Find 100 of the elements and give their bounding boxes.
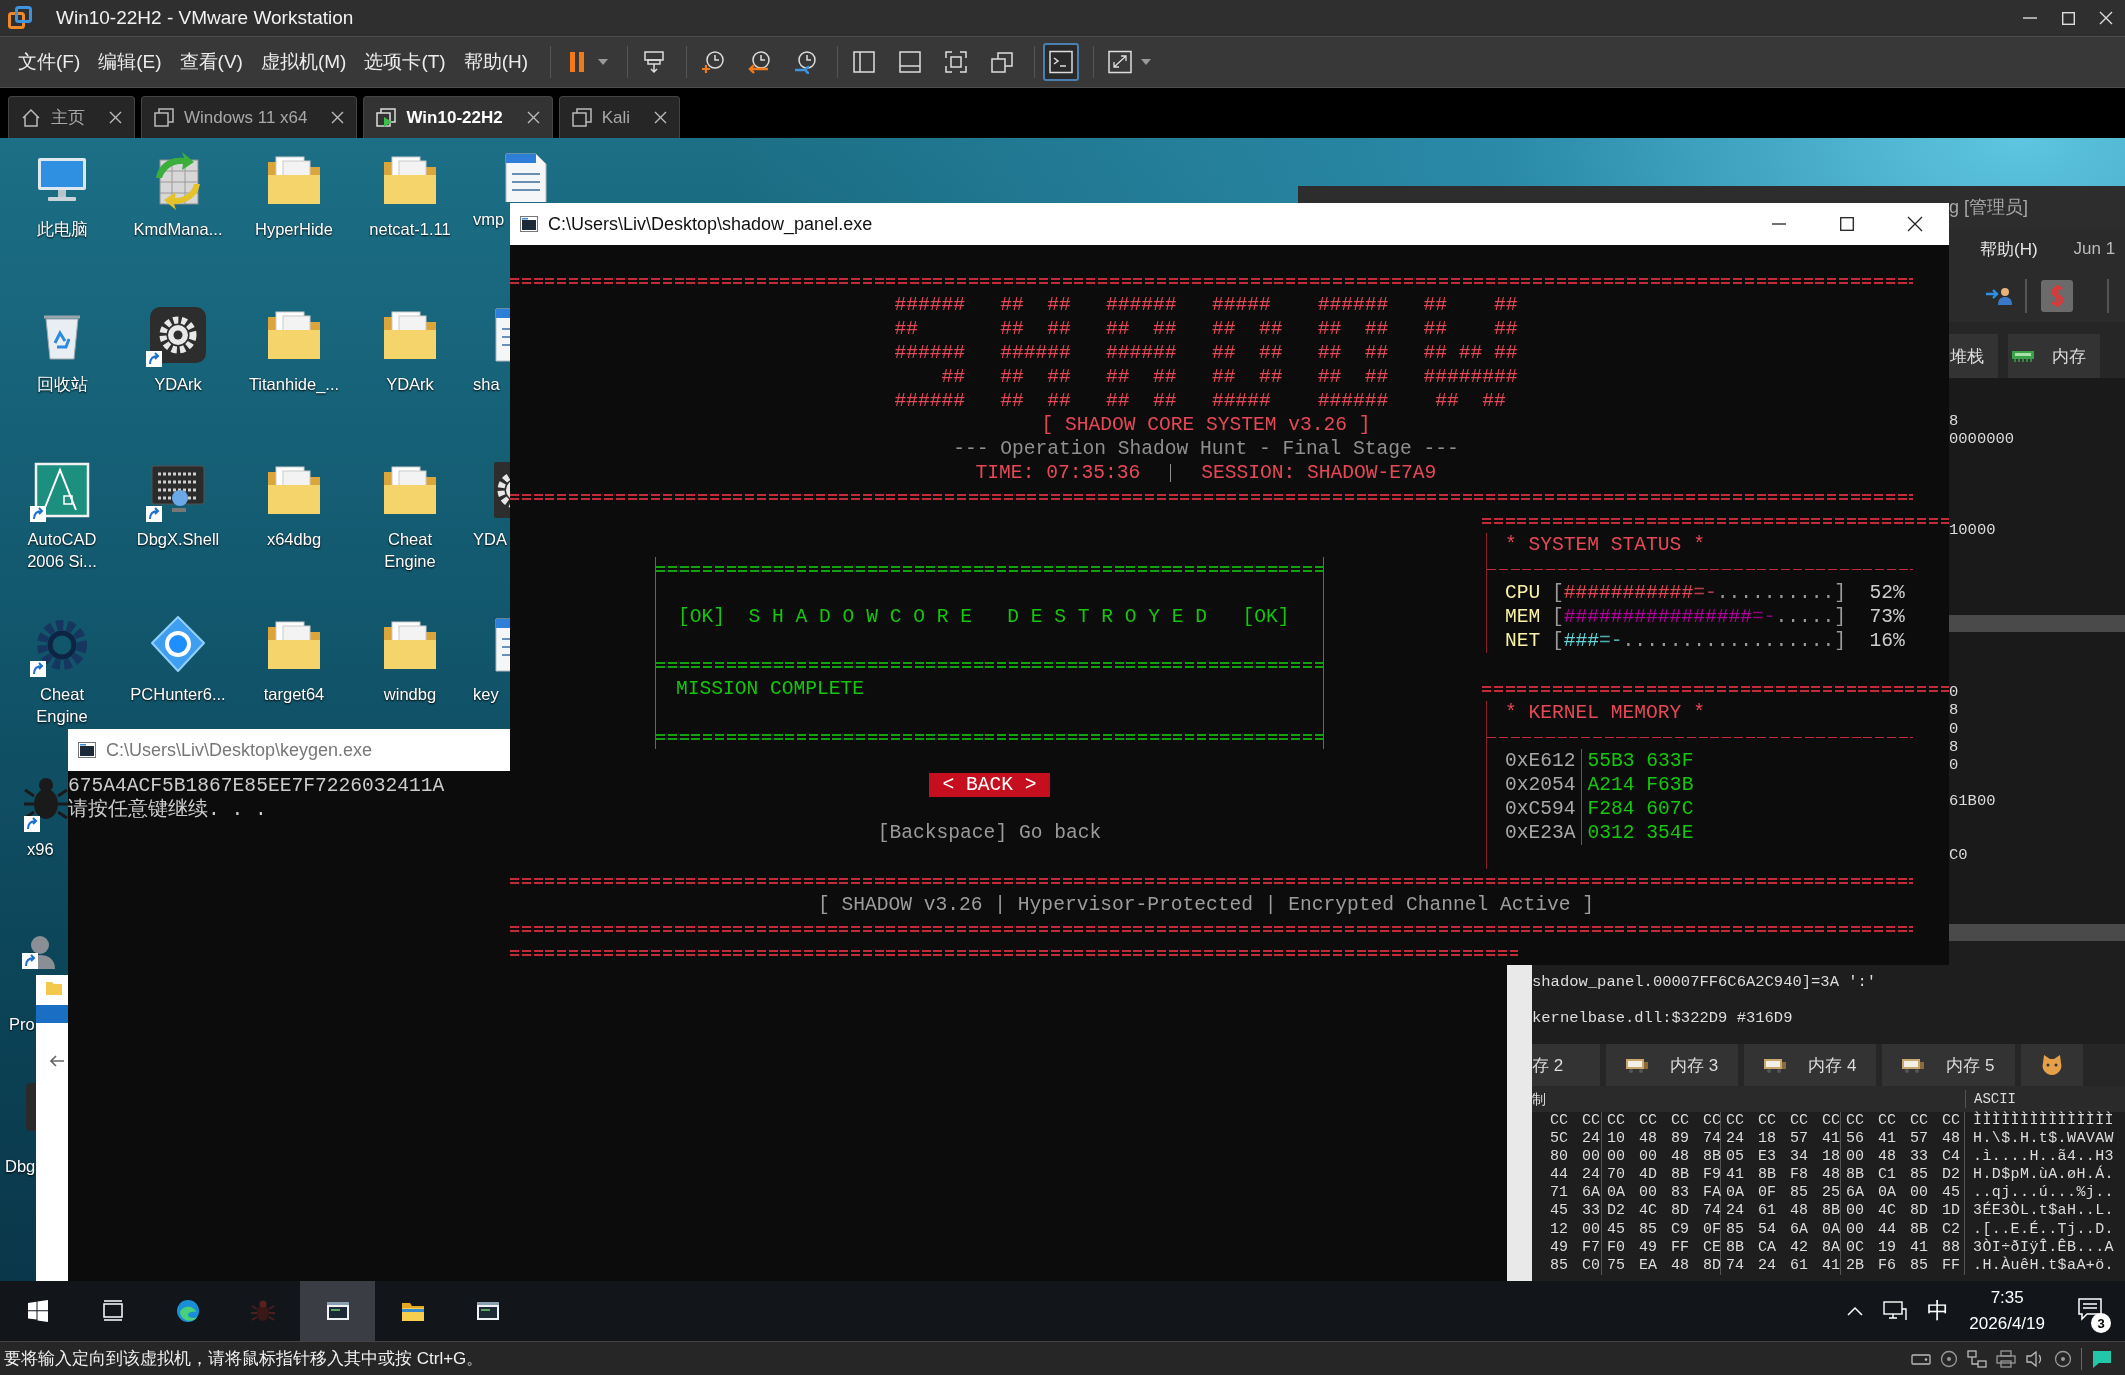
menu-item[interactable]: 查看(V) [179, 49, 243, 75]
desktop-icon-label[interactable]: Cheat Engine [13, 683, 111, 727]
notification-icon[interactable] [2077, 1297, 2103, 1321]
disc-icon[interactable] [1940, 1349, 1958, 1368]
menu-item[interactable]: 文件(F) [18, 49, 81, 75]
close-icon[interactable] [109, 111, 122, 124]
hex-bytes: 05 E3 34 18 [1721, 1148, 1841, 1167]
desktop-icon-label[interactable]: netcat-1.11 [361, 218, 459, 240]
person-icon[interactable] [22, 933, 58, 969]
tab[interactable]: 内存 5 [1882, 1044, 2015, 1086]
ascii-text: H.D$pM.ùA.øH.Á. [1972, 1166, 2115, 1185]
desktop-icon-label[interactable]: 回收站 [13, 373, 111, 395]
key-hint: [Backspace] Go back [877, 821, 1102, 845]
result-message: MISSION COMPLETE [676, 678, 865, 700]
hex-bytes: 85 C0 [1532, 1256, 1602, 1275]
desktop-icon-label[interactable]: key [473, 683, 499, 705]
console-line: 675A4ACF5B1867E85EE7F7226032411A [68, 774, 445, 798]
hex-bytes: 74 24 61 41 [1721, 1256, 1841, 1275]
desktop-icon-label[interactable]: 此电脑 [13, 218, 111, 240]
menu-item[interactable]: 帮助(H) [1980, 237, 2038, 261]
browser-icon [174, 1298, 201, 1324]
ribbon-bar [36, 1005, 68, 1023]
tab[interactable]: 存 2 [1532, 1044, 1600, 1086]
hex-bytes: 0C 19 41 88 [1841, 1238, 1965, 1257]
printer-icon[interactable] [1996, 1349, 2016, 1368]
meter-reading: 16% [1869, 629, 1905, 653]
hex-bytes: 75 EA 48 8D [1602, 1256, 1721, 1275]
desktop-icon-label[interactable]: YDArk [361, 373, 459, 395]
time-label: TIME: 07:35:36 [975, 461, 1141, 485]
meter-label: MEM [1505, 605, 1541, 629]
input-method-indicator[interactable]: 中 [1927, 1296, 1950, 1326]
desktop-icon-label[interactable]: KmdMana... [129, 218, 227, 240]
back-button[interactable]: < BACK > [929, 773, 1050, 797]
network-icon[interactable] [1967, 1349, 1987, 1368]
close-icon[interactable] [331, 111, 345, 124]
ascii-text: 3ÒI÷ðIÿÎ.ÊB...A [1972, 1238, 2115, 1256]
sidebar-layout-icon [851, 50, 878, 74]
console-button[interactable] [1043, 43, 1080, 81]
desktop-icon-label[interactable]: YDArk [129, 373, 227, 395]
tab[interactable] [2020, 1044, 2083, 1086]
tab[interactable]: 主页 [8, 96, 135, 138]
desktop-icon-label[interactable]: x64dbg [245, 528, 343, 550]
minimize-icon [1772, 223, 1786, 225]
tab[interactable]: Win10-22H2 [363, 96, 553, 138]
clock-time[interactable]: 7:35 [1990, 1285, 2024, 1311]
desktop-icon-label[interactable]: Cheat Engine [361, 528, 459, 572]
tab[interactable]: 内存 4 [1744, 1044, 1877, 1086]
desktop-icon-label[interactable]: vmp [473, 208, 505, 230]
hex-bytes: 0A 00 83 FA [1602, 1184, 1721, 1203]
desktop-icon-label[interactable]: DbgX.Shell [129, 528, 227, 550]
console-window-icon [520, 216, 538, 232]
taskbar-button[interactable] [300, 1281, 375, 1341]
tab[interactable]: 内存 3 [1606, 1044, 1739, 1086]
tab[interactable]: Kali [558, 96, 681, 138]
menu-item[interactable]: 虚拟机(M) [260, 49, 347, 75]
tab[interactable]: 内存 [2008, 334, 2100, 378]
desktop-icon-label[interactable]: sha [473, 373, 500, 395]
ascii-art-line: ## ## ## ## ## ## ## ## ## ######## [940, 365, 1518, 389]
tab[interactable]: 堆栈 [1949, 334, 1998, 378]
dropdown-caret-icon [1141, 59, 1152, 65]
desktop-icon-label[interactable]: Dbg [5, 1155, 36, 1177]
footer-text: [ SHADOW v3.26 | Hypervisor-Protected | Encrypted Channel Active ] [817, 893, 1594, 917]
overlapping-windows-icon [989, 50, 1016, 74]
back-arrow-icon[interactable] [50, 1055, 64, 1067]
memory-chip-icon [1626, 1057, 1648, 1073]
terminal-icon [1048, 50, 1075, 74]
menu-item[interactable]: 编辑(E) [98, 49, 162, 75]
desktop-icon-label[interactable]: Titanhide_... [245, 373, 343, 395]
network-icon[interactable] [1883, 1301, 1908, 1321]
hex-bytes: 00 48 33 C4 [1841, 1148, 1965, 1167]
menu-item[interactable]: 选项卡(T) [364, 49, 446, 75]
hex-bytes: 45 33 [1532, 1202, 1602, 1221]
menu-item[interactable]: 帮助(H) [463, 49, 529, 75]
ascii-text: .ì....H..ã4..H3 [1972, 1148, 2115, 1166]
app-tile-icon[interactable] [2041, 280, 2073, 312]
meter-reading: 52% [1869, 581, 1905, 605]
desktop-icon-label[interactable]: windbg [361, 683, 459, 705]
message-icon[interactable] [2091, 1348, 2113, 1369]
desktop-icon-label[interactable]: YDA [473, 528, 507, 550]
close-icon[interactable] [526, 111, 540, 124]
ascii-text: .[..E.É..Tj..D. [1972, 1220, 2115, 1238]
tab[interactable]: Windows 11 x64 [141, 96, 358, 138]
desktop-icon-label[interactable]: target64 [245, 683, 343, 705]
clock-date[interactable]: 2026/4/19 [1969, 1311, 2045, 1337]
memory-address: 0x2054 [1505, 773, 1576, 797]
close-icon[interactable] [654, 111, 668, 124]
meter-label: CPU [1505, 581, 1541, 605]
hex-bytes: CC CC CC CC [1602, 1112, 1721, 1131]
desktop-icon-label[interactable]: Pro [9, 1013, 35, 1035]
desktop-icon-label[interactable]: x96 [27, 838, 54, 860]
column-title: ASCII [1965, 1089, 2016, 1109]
virtual-machine-icon [154, 107, 174, 128]
chevron-up-icon[interactable] [1847, 1306, 1864, 1316]
desktop-icon-label[interactable]: PCHunter6... [129, 683, 227, 705]
disc-icon[interactable] [2054, 1349, 2072, 1368]
hex-bytes: 00 44 8B C2 [1841, 1220, 1965, 1239]
desktop-icon-label[interactable]: AutoCAD 2006 Si... [13, 528, 111, 572]
arrow-person-icon[interactable] [1985, 286, 2013, 306]
ascii-text: 3ÉE3ÒL.t$aH..L. [1972, 1202, 2115, 1220]
desktop-icon-label[interactable]: HyperHide [245, 218, 343, 240]
